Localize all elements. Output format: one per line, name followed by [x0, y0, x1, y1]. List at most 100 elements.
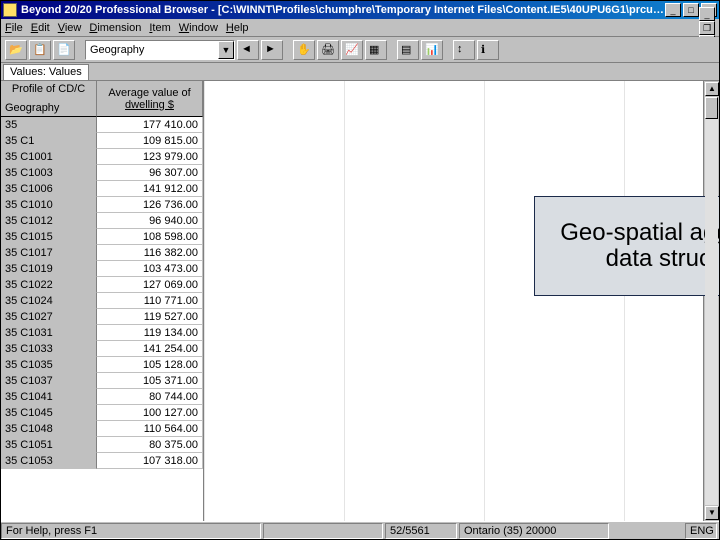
row-value-cell[interactable]: 100 127.00 [97, 405, 203, 421]
row-value-cell[interactable]: 109 815.00 [97, 133, 203, 149]
row-value-cell[interactable]: 110 771.00 [97, 293, 203, 309]
row-value-cell[interactable]: 96 307.00 [97, 165, 203, 181]
row-geography-cell[interactable]: 35 C1022 [1, 277, 97, 293]
row-geography-cell[interactable]: 35 C1010 [1, 197, 97, 213]
table-row[interactable]: 35 C101296 940.00 [1, 213, 203, 229]
bars-button[interactable]: 📊 [421, 40, 443, 60]
row-geography-cell[interactable]: 35 C1006 [1, 181, 97, 197]
menu-edit[interactable]: Edit [31, 22, 50, 34]
copy-button[interactable]: 📋 [29, 40, 51, 60]
minimize-button[interactable]: _ [665, 3, 681, 17]
row-geography-cell[interactable]: 35 C1033 [1, 341, 97, 357]
row-value-cell[interactable]: 123 979.00 [97, 149, 203, 165]
row-value-cell[interactable]: 105 128.00 [97, 357, 203, 373]
sort-button[interactable]: ↕ [453, 40, 475, 60]
scroll-down-button[interactable]: ▼ [705, 506, 719, 520]
table-row[interactable]: 35 C1045100 127.00 [1, 405, 203, 421]
chart-button[interactable]: 📈 [341, 40, 363, 60]
row-geography-cell[interactable]: 35 C1003 [1, 165, 97, 181]
row-geography-cell[interactable]: 35 C1024 [1, 293, 97, 309]
row-geography-cell[interactable]: 35 C1037 [1, 373, 97, 389]
table-row[interactable]: 35 C1010126 736.00 [1, 197, 203, 213]
table-row[interactable]: 35 C1019103 473.00 [1, 261, 203, 277]
table-row[interactable]: 35 C1031119 134.00 [1, 325, 203, 341]
menu-window[interactable]: Window [179, 22, 218, 34]
row-value-cell[interactable]: 105 371.00 [97, 373, 203, 389]
row-value-cell[interactable]: 110 564.00 [97, 421, 203, 437]
row-geography-cell[interactable]: 35 C1 [1, 133, 97, 149]
row-value-cell[interactable]: 141 912.00 [97, 181, 203, 197]
row-value-cell[interactable]: 80 375.00 [97, 437, 203, 453]
table-row[interactable]: 35 C1027119 527.00 [1, 309, 203, 325]
table-row[interactable]: 35 C104180 744.00 [1, 389, 203, 405]
menu-file[interactable]: File [5, 22, 23, 34]
chevron-down-icon[interactable]: ▼ [218, 41, 234, 59]
table-row[interactable]: 35 C105180 375.00 [1, 437, 203, 453]
menu-dimension[interactable]: Dimension [89, 22, 141, 34]
row-value-cell[interactable]: 96 940.00 [97, 213, 203, 229]
scroll-thumb[interactable] [705, 97, 718, 119]
table-row[interactable]: 35 C100396 307.00 [1, 165, 203, 181]
menu-help[interactable]: Help [226, 22, 249, 34]
table-row[interactable]: 35 C1006141 912.00 [1, 181, 203, 197]
table-row[interactable]: 35 C1017116 382.00 [1, 245, 203, 261]
hand-tool-button[interactable]: ✋ [293, 40, 315, 60]
table-row[interactable]: 35 C1053107 318.00 [1, 453, 203, 469]
row-value-cell[interactable]: 107 318.00 [97, 453, 203, 469]
tile-button[interactable]: ▤ [397, 40, 419, 60]
header-value[interactable]: Average value of dwelling $ [97, 81, 203, 117]
table-row[interactable]: 35 C1015108 598.00 [1, 229, 203, 245]
row-geography-cell[interactable]: 35 C1045 [1, 405, 97, 421]
row-geography-cell[interactable]: 35 C1035 [1, 357, 97, 373]
row-value-cell[interactable]: 80 744.00 [97, 389, 203, 405]
menu-view[interactable]: View [58, 22, 82, 34]
row-value-cell[interactable]: 119 134.00 [97, 325, 203, 341]
row-geography-cell[interactable]: 35 C1051 [1, 437, 97, 453]
table-row[interactable]: 35 C1001123 979.00 [1, 149, 203, 165]
table-row[interactable]: 35 C1048110 564.00 [1, 421, 203, 437]
row-value-cell[interactable]: 126 736.00 [97, 197, 203, 213]
row-geography-cell[interactable]: 35 C1015 [1, 229, 97, 245]
paste-button[interactable]: 📄 [53, 40, 75, 60]
row-geography-cell[interactable]: 35 C1001 [1, 149, 97, 165]
table-row[interactable]: 35 C1033141 254.00 [1, 341, 203, 357]
row-geography-cell[interactable]: 35 C1019 [1, 261, 97, 277]
row-geography-cell[interactable]: 35 C1041 [1, 389, 97, 405]
row-geography-cell[interactable]: 35 C1027 [1, 309, 97, 325]
child-restore-button[interactable]: ❐ [699, 21, 715, 35]
table-row[interactable]: 35 C1035105 128.00 [1, 357, 203, 373]
row-geography-cell[interactable]: 35 C1012 [1, 213, 97, 229]
row-value-cell[interactable]: 116 382.00 [97, 245, 203, 261]
table-row[interactable]: 35 C1109 815.00 [1, 133, 203, 149]
maximize-button[interactable]: □ [683, 3, 699, 17]
row-value-cell[interactable]: 119 527.00 [97, 309, 203, 325]
print-button[interactable]: 🖨 [317, 40, 339, 60]
tab-values[interactable]: Values: Values [3, 64, 89, 80]
info-button[interactable]: ℹ [477, 40, 499, 60]
menu-item[interactable]: Item [149, 22, 170, 34]
header-geography[interactable]: Profile of CD/C Geography [1, 81, 97, 117]
open-button[interactable]: 📂 [5, 40, 27, 60]
row-value-cell[interactable]: 177 410.00 [97, 117, 203, 133]
table-row[interactable]: 35177 410.00 [1, 117, 203, 133]
row-value-cell[interactable]: 127 069.00 [97, 277, 203, 293]
scroll-track[interactable] [705, 97, 718, 505]
next-item-button[interactable]: ► [261, 40, 283, 60]
scroll-up-button[interactable]: ▲ [705, 82, 719, 96]
sheet-button[interactable]: ▦ [365, 40, 387, 60]
row-geography-cell[interactable]: 35 C1048 [1, 421, 97, 437]
table-row[interactable]: 35 C1037105 371.00 [1, 373, 203, 389]
table-row[interactable]: 35 C1022127 069.00 [1, 277, 203, 293]
table-row[interactable]: 35 C1024110 771.00 [1, 293, 203, 309]
row-geography-cell[interactable]: 35 C1053 [1, 453, 97, 469]
dimension-combo[interactable]: Geography ▼ [85, 40, 235, 60]
child-minimize-button[interactable]: _ [699, 7, 715, 21]
vertical-scrollbar[interactable]: ▲ ▼ [703, 81, 719, 521]
row-geography-cell[interactable]: 35 C1017 [1, 245, 97, 261]
row-geography-cell[interactable]: 35 [1, 117, 97, 133]
row-value-cell[interactable]: 103 473.00 [97, 261, 203, 277]
row-value-cell[interactable]: 141 254.00 [97, 341, 203, 357]
prev-item-button[interactable]: ◄ [237, 40, 259, 60]
row-value-cell[interactable]: 108 598.00 [97, 229, 203, 245]
row-geography-cell[interactable]: 35 C1031 [1, 325, 97, 341]
